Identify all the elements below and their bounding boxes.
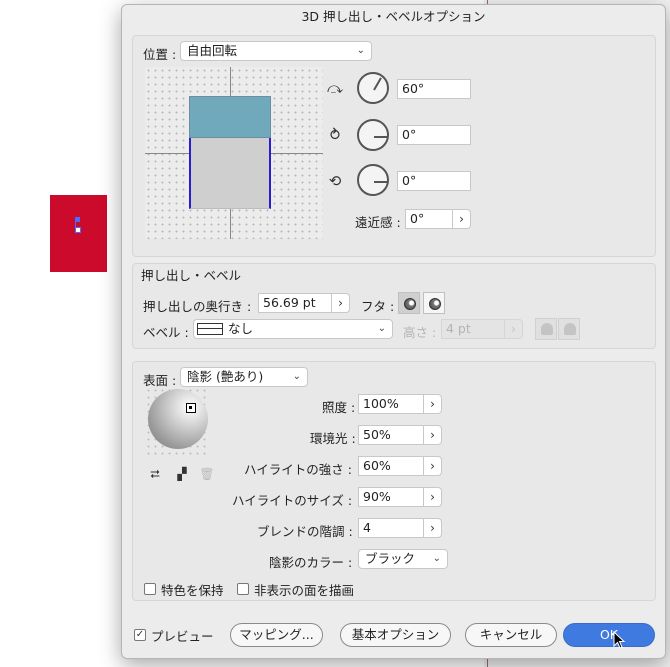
- blend-steps-label: ブレンドの階調 :: [257, 524, 353, 539]
- light-intensity-input[interactable]: 100%: [358, 394, 424, 414]
- position-label: 位置 :: [143, 47, 177, 62]
- shade-color-dropdown[interactable]: ブラック ⌄: [358, 549, 448, 569]
- extrude-depth-label: 押し出しの奥行き :: [143, 299, 252, 314]
- preserve-spot-label: 特色を保持: [161, 583, 224, 598]
- extrude-depth-slider-button[interactable]: ›: [332, 293, 350, 313]
- x-dial-hand: [373, 77, 382, 91]
- cap-off-button[interactable]: [423, 292, 445, 314]
- preview-label: プレビュー: [151, 629, 214, 644]
- y-rotation-input[interactable]: 0°: [397, 125, 471, 145]
- ok-button[interactable]: OK: [563, 623, 655, 647]
- move-light-back-icon[interactable]: ⮂: [147, 466, 163, 482]
- blend-steps-slider-button[interactable]: ›: [424, 518, 442, 538]
- height-label: 高さ :: [403, 325, 437, 340]
- z-rotation-icon: ⟲: [328, 172, 342, 190]
- cap-on-icon: [404, 298, 416, 310]
- ambient-label: 環境光 :: [310, 431, 356, 446]
- highlight-intensity-input[interactable]: 60%: [358, 456, 424, 476]
- z-dial-hand: [374, 181, 388, 183]
- position-preset-dropdown[interactable]: 自由回転 ⌄: [180, 41, 372, 61]
- bevel-value: なし: [228, 321, 254, 336]
- cap-off-icon: [429, 298, 441, 310]
- trash-icon[interactable]: 🗑: [199, 466, 215, 482]
- bevel-out-icon: [541, 323, 553, 335]
- surface-preset-value: 陰影 (艶あり): [187, 369, 264, 384]
- cap-label: フタ :: [361, 299, 395, 314]
- height-input[interactable]: 4 pt: [441, 319, 505, 339]
- z-rotation-dial[interactable]: [357, 164, 389, 196]
- perspective-input[interactable]: 0°: [405, 209, 453, 229]
- perspective-label: 遠近感 :: [355, 215, 401, 230]
- mouse-pointer-icon: [613, 631, 626, 649]
- x-rotation-icon: ⤼: [326, 79, 344, 97]
- extrude-depth-input[interactable]: 56.69 pt: [258, 293, 332, 313]
- extrude-section-label: 押し出し・ベベル: [141, 268, 242, 283]
- draw-hidden-faces-checkbox[interactable]: [237, 583, 249, 595]
- highlight-intensity-label: ハイライトの強さ :: [244, 462, 352, 477]
- bevel-dropdown[interactable]: なし ⌄: [193, 319, 393, 339]
- cube-top-face[interactable]: [189, 96, 271, 138]
- cap-on-button[interactable]: [398, 292, 420, 314]
- preview-checkbox[interactable]: ✓: [134, 629, 146, 641]
- surface-preset-dropdown[interactable]: 陰影 (艶あり) ⌄: [180, 367, 308, 387]
- dialog-title: 3D 押し出し・ベベルオプション: [301, 9, 486, 24]
- highlight-intensity-slider-button[interactable]: ›: [424, 456, 442, 476]
- extrude-bevel-dialog: 3D 押し出し・ベベルオプション 位置 : 自由回転 ⌄ ⤼ 60° ⥁ 0° …: [121, 4, 666, 659]
- chevron-down-icon: ⌄: [377, 323, 386, 334]
- highlight-size-slider-button[interactable]: ›: [424, 487, 442, 507]
- highlight-size-label: ハイライトのサイズ :: [232, 493, 353, 508]
- highlight-size-input[interactable]: 90%: [358, 487, 424, 507]
- x-rotation-dial[interactable]: [357, 72, 389, 104]
- y-rotation-icon: ⥁: [329, 126, 341, 144]
- new-light-icon[interactable]: ▞: [174, 466, 190, 482]
- x-rotation-input[interactable]: 60°: [397, 79, 471, 99]
- chevron-down-icon: ⌄: [432, 553, 441, 564]
- shade-color-value: ブラック: [365, 551, 416, 566]
- extrude-bevel-panel: 押し出し・ベベル 押し出しの奥行き : 56.69 pt › フタ : ベベル …: [132, 263, 656, 349]
- preserve-spot-checkbox[interactable]: [144, 583, 156, 595]
- cancel-button[interactable]: キャンセル: [465, 623, 557, 647]
- basic-options-button[interactable]: 基本オプション: [340, 623, 451, 647]
- ambient-slider-button[interactable]: ›: [424, 425, 442, 445]
- bevel-out-button[interactable]: [535, 318, 557, 340]
- light-source-handle[interactable]: [186, 403, 196, 413]
- mapping-button[interactable]: マッピング...: [230, 623, 323, 647]
- position-preset-value: 自由回転: [187, 43, 238, 58]
- bevel-in-button[interactable]: [558, 318, 580, 340]
- shade-color-label: 陰影のカラー :: [269, 555, 353, 570]
- z-rotation-input[interactable]: 0°: [397, 171, 471, 191]
- chevron-down-icon: ⌄: [292, 371, 301, 382]
- blend-steps-input[interactable]: 4: [358, 518, 424, 538]
- surface-panel: 表面 : 陰影 (艶あり) ⌄ ⮂ ▞ 🗑 照度 : 100% › 環境光 : …: [132, 361, 656, 601]
- y-dial-hand: [374, 136, 388, 138]
- bevel-in-icon: [564, 323, 576, 335]
- bevel-label: ベベル :: [143, 325, 189, 340]
- cube-front-face[interactable]: [189, 138, 271, 209]
- draw-hidden-faces-label: 非表示の面を描画: [254, 583, 355, 598]
- perspective-slider-button[interactable]: ›: [453, 209, 471, 229]
- position-panel: 位置 : 自由回転 ⌄ ⤼ 60° ⥁ 0° ⟲ 0° 遠近感 : 0° ›: [132, 35, 656, 257]
- height-slider-button[interactable]: ›: [505, 319, 523, 339]
- light-intensity-label: 照度 :: [322, 400, 356, 415]
- chevron-down-icon: ⌄: [356, 45, 365, 56]
- bevel-swatch: [197, 323, 223, 335]
- light-intensity-slider-button[interactable]: ›: [424, 394, 442, 414]
- selection-path[interactable]: [75, 217, 81, 233]
- ambient-input[interactable]: 50%: [358, 425, 424, 445]
- red-object[interactable]: [50, 195, 107, 272]
- lighting-sphere[interactable]: [148, 389, 208, 449]
- y-rotation-dial[interactable]: [357, 119, 389, 151]
